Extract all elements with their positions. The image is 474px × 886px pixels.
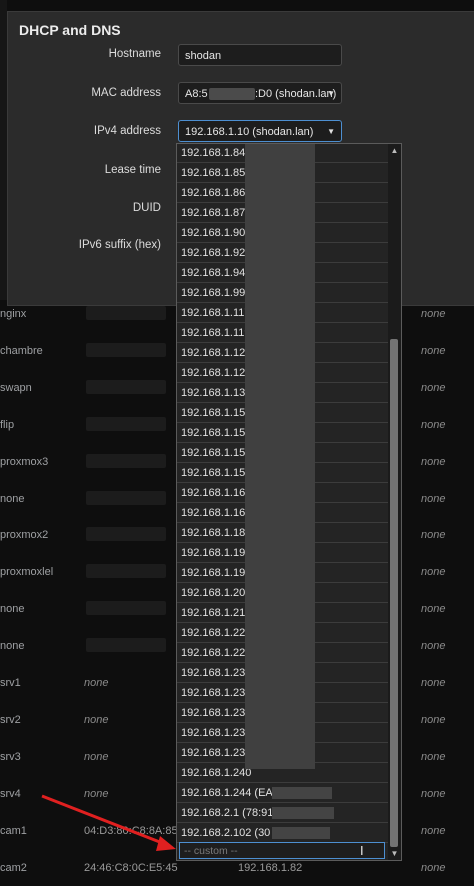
scroll-up-arrow-icon[interactable]: ▲ (388, 145, 401, 157)
redaction-block (86, 342, 166, 357)
duration-cell: none (421, 861, 446, 874)
duration-cell: none (421, 566, 446, 579)
hostname-cell: none (0, 492, 25, 505)
mac-cell: 04:D3:80:C8:8A:85 (84, 824, 178, 837)
hostname-label: Hostname (108, 48, 161, 60)
duration-cell: none (421, 455, 446, 468)
lease-time-label: Lease time (104, 164, 161, 176)
hostname-cell: proxmox3 (0, 455, 49, 468)
ipv4-address-dropdown-list[interactable]: 192.168.1.84 (192.168.1.85 (192.168.1.86… (176, 143, 402, 861)
hostname-cell: cam1 (0, 824, 27, 837)
mac-redaction (209, 88, 255, 100)
hostname-cell: proxmoxlel (0, 566, 54, 579)
hostname-cell: cam2 (0, 861, 27, 874)
hostname-cell: none (0, 640, 25, 653)
duration-cell: none (421, 787, 446, 800)
redaction-block (86, 601, 166, 616)
hostname-cell: srv4 (0, 787, 21, 800)
hostname-cell: flip (0, 418, 15, 431)
duration-cell: none (421, 529, 446, 542)
redaction-block (86, 527, 166, 542)
ipv4-address-value: 192.168.1.10 (shodan.lan) (185, 126, 314, 138)
redaction-block (272, 827, 330, 839)
duration-cell: none (421, 640, 446, 653)
duration-cell: none (421, 824, 446, 837)
scroll-down-arrow-icon[interactable]: ▼ (388, 848, 401, 860)
hostname-cell: nginx (0, 308, 27, 320)
hostname-cell: chambre (0, 344, 43, 357)
ip-cell: 192.168.1.82 (238, 861, 303, 874)
ipv4-address-select[interactable]: 192.168.1.10 (shodan.lan) ▼ (178, 120, 342, 142)
duration-cell: none (421, 750, 446, 763)
redaction-block (86, 453, 166, 468)
mac-cell: none (84, 787, 109, 800)
ipv4-address-label: IPv4 address (93, 125, 161, 137)
custom-ip-input[interactable]: -- custom -- I (179, 842, 385, 859)
mac-cell: 24:46:C8:0C:E5:45 (84, 861, 178, 874)
custom-option-placeholder: -- custom -- (184, 845, 238, 857)
text-cursor-icon: I (360, 843, 364, 858)
duration-cell: none (421, 492, 446, 505)
redaction-block (86, 638, 166, 653)
hostname-cell: srv1 (0, 677, 21, 689)
mac-address-value-start: A8:5 (185, 88, 208, 100)
redaction-block (86, 379, 166, 394)
hostname-cell: proxmox2 (0, 529, 49, 542)
hostname-cell: srv3 (0, 750, 21, 763)
ipv6-suffix-label: IPv6 suffix (hex) (78, 239, 161, 251)
redaction-block (86, 416, 166, 431)
duration-cell: none (421, 713, 446, 726)
duration-cell: none (421, 603, 446, 616)
left-sidebar-edge (0, 0, 7, 300)
duration-cell: none (421, 381, 446, 394)
chevron-down-icon: ▼ (327, 89, 335, 98)
duid-label: DUID (132, 202, 161, 214)
hostname-cell: srv2 (0, 713, 21, 726)
hostname-cell: swapn (0, 381, 32, 394)
mac-address-label: MAC address (91, 87, 161, 99)
duration-cell: none (421, 344, 446, 357)
mac-cell: none (84, 713, 109, 726)
duration-cell: none (421, 308, 446, 320)
redaction-block (86, 564, 166, 579)
duration-cell: none (421, 418, 446, 431)
mac-address-value-end: :D0 (shodan.lan) (255, 88, 337, 100)
redaction-block (272, 787, 332, 799)
chevron-down-icon: ▼ (327, 127, 335, 136)
mac-cell: none (84, 677, 109, 689)
redaction-block (272, 807, 334, 819)
hostname-input[interactable]: shodan (178, 44, 342, 66)
hostname-cell: none (0, 603, 25, 616)
modal-title: DHCP and DNS (19, 22, 121, 38)
duration-cell: none (421, 677, 446, 689)
mac-address-select[interactable]: A8:5 :D0 (shodan.lan) ▼ (178, 82, 342, 104)
redaction-block (86, 306, 166, 320)
redaction-block (245, 144, 315, 769)
mac-cell: none (84, 750, 109, 763)
redaction-block (86, 490, 166, 505)
scrollbar-thumb[interactable] (390, 339, 398, 847)
